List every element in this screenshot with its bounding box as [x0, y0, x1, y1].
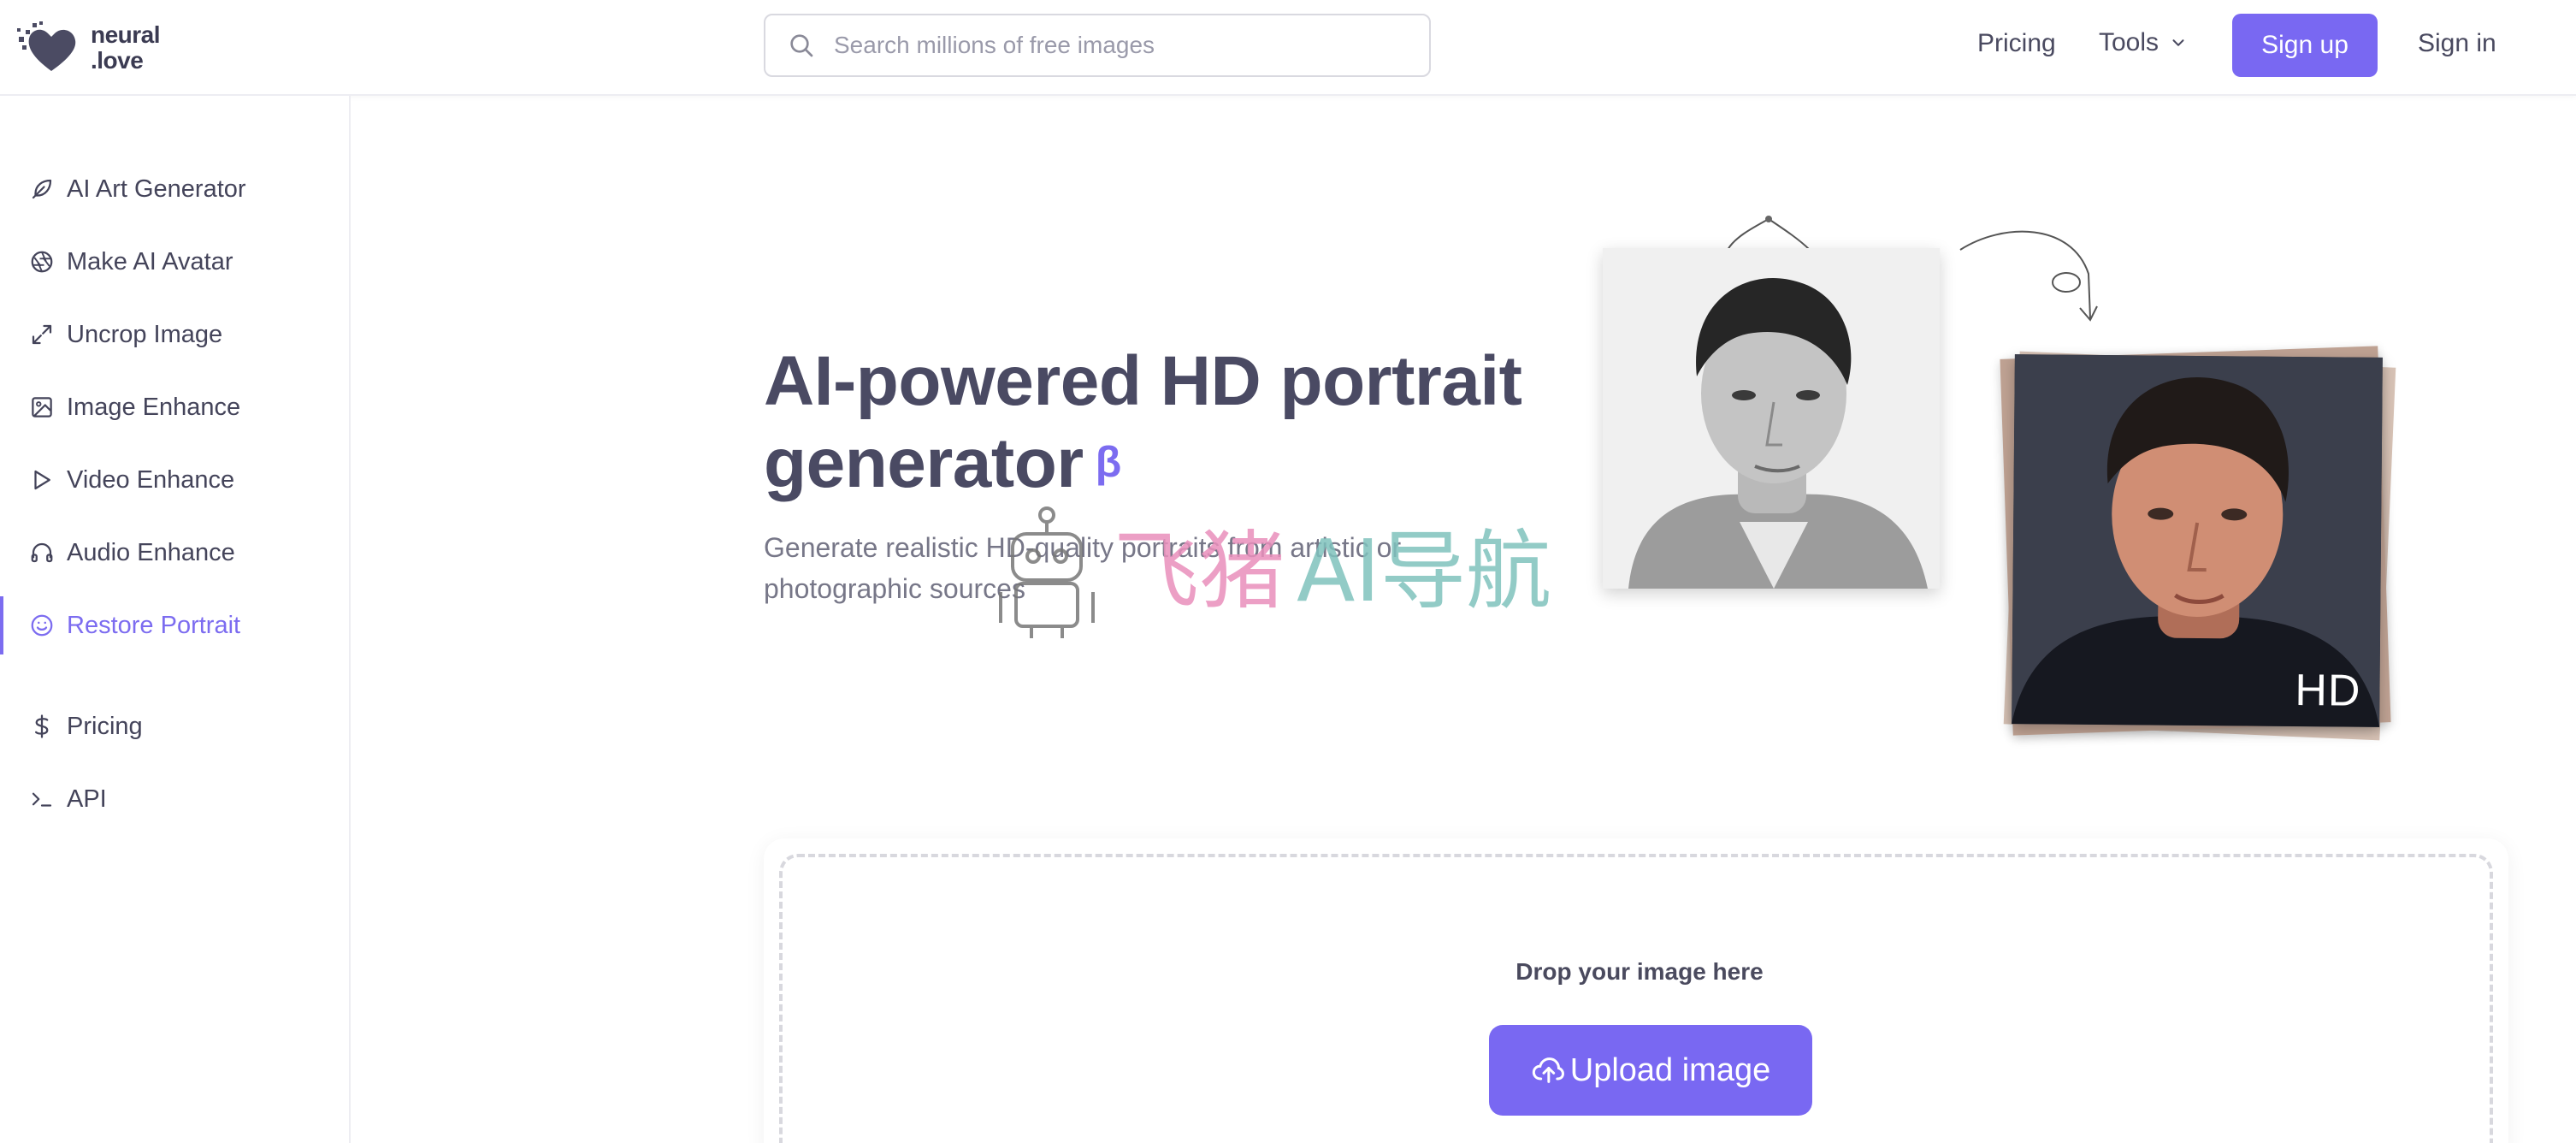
beta-badge: β: [1095, 438, 1122, 486]
dollar-icon: [35, 714, 49, 738]
nav-pricing-link[interactable]: Pricing: [1977, 29, 2056, 58]
terminal-icon: [32, 792, 52, 807]
robot-watermark-icon: [999, 506, 1095, 638]
expand-icon: [32, 324, 52, 345]
curved-arrow-icon: [1959, 230, 2098, 322]
original-portrait-image: [1603, 248, 1940, 589]
cloud-upload-icon: [1532, 1057, 1564, 1083]
sidebar-item-ai-art-generator[interactable]: AI Art Generator: [0, 163, 349, 215]
upload-image-button[interactable]: Upload image: [1489, 1025, 1812, 1116]
search-icon: [790, 34, 813, 57]
sign-in-link[interactable]: Sign in: [2418, 29, 2496, 58]
logo-line-2: .love: [91, 47, 144, 74]
page-title-text: AI-powered HD portrait generator: [764, 342, 1522, 502]
sidebar-item-pricing[interactable]: Pricing: [0, 701, 349, 752]
hd-label: HD: [2295, 666, 2361, 716]
watermark-text-2: AI导航: [1297, 521, 1551, 621]
upload-card: Drop your image here Upload image: [764, 838, 2508, 1143]
sidebar-item-label: Restore Portrait: [67, 611, 241, 639]
sidebar: AI Art Generator Make AI Avatar Uncrop I…: [0, 96, 351, 1143]
page-title: AI-powered HD portrait generator β: [764, 341, 1585, 505]
nav-tools-dropdown[interactable]: Tools: [2099, 28, 2188, 57]
top-navigation-bar: neural .love Pricing Tools Sign up Sign …: [0, 0, 2576, 96]
feather-icon: [32, 179, 52, 199]
watermark-text-1: 飞猪: [1114, 521, 1285, 621]
logo-text: neural .love: [91, 21, 161, 74]
sign-up-button[interactable]: Sign up: [2232, 14, 2378, 77]
headphones-icon: [31, 542, 53, 563]
logo[interactable]: neural .love: [17, 15, 188, 80]
image-icon: [32, 397, 52, 418]
sidebar-item-label: Video Enhance: [67, 465, 235, 494]
sidebar-item-label: AI Art Generator: [67, 175, 246, 203]
search-input[interactable]: [834, 32, 1390, 59]
bw-portrait-illustration: [1603, 248, 1940, 589]
sidebar-item-audio-enhance[interactable]: Audio Enhance: [0, 527, 349, 578]
search-box[interactable]: [764, 14, 1431, 77]
aperture-icon: [31, 251, 53, 273]
play-icon: [34, 470, 50, 490]
drop-label: Drop your image here: [1515, 958, 1764, 985]
sidebar-item-video-enhance[interactable]: Video Enhance: [0, 454, 349, 506]
smile-icon: [31, 614, 53, 637]
nav-tools-label: Tools: [2099, 28, 2159, 56]
sidebar-item-make-ai-avatar[interactable]: Make AI Avatar: [0, 236, 349, 287]
sidebar-item-label: Make AI Avatar: [67, 247, 233, 275]
sidebar-item-api[interactable]: API: [0, 773, 349, 825]
sidebar-item-uncrop-image[interactable]: Uncrop Image: [0, 309, 349, 360]
sidebar-item-label: Uncrop Image: [67, 320, 223, 348]
logo-line-1: neural: [91, 21, 161, 48]
image-dropzone[interactable]: Drop your image here Upload image: [779, 854, 2493, 1143]
sidebar-item-label: Pricing: [67, 712, 143, 740]
upload-button-label: Upload image: [1569, 1051, 1771, 1088]
hd-portrait-image: HD: [2012, 354, 2383, 727]
sidebar-item-label: Image Enhance: [67, 393, 241, 421]
sidebar-item-label: API: [67, 785, 107, 813]
sidebar-item-image-enhance[interactable]: Image Enhance: [0, 382, 349, 433]
sidebar-item-restore-portrait[interactable]: Restore Portrait: [0, 596, 349, 654]
watermark: 飞猪 AI导航: [992, 503, 1591, 640]
chevron-down-icon: [2172, 39, 2184, 46]
heart-logo-icon: [17, 21, 76, 71]
sidebar-item-label: Audio Enhance: [67, 538, 235, 566]
